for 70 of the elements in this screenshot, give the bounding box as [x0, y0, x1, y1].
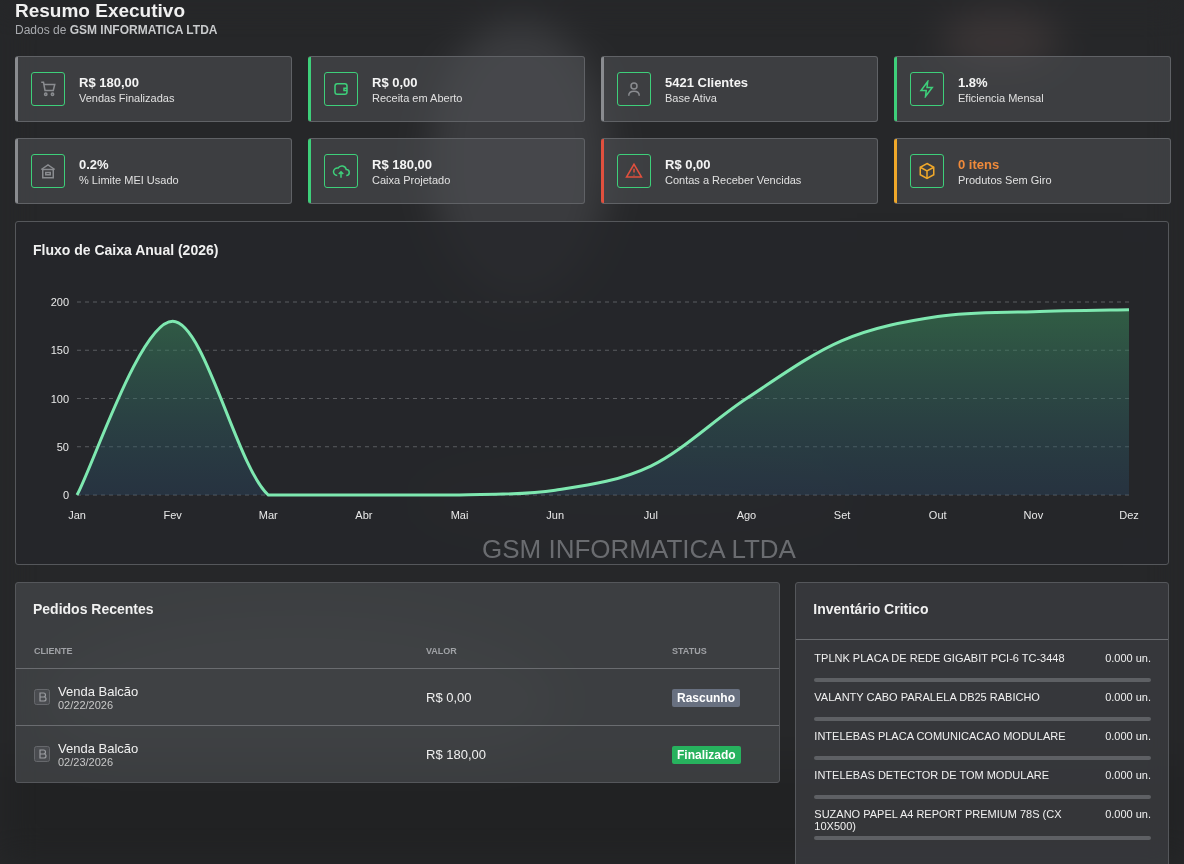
column-header: CLIENTE	[33, 645, 74, 656]
x-tick-label: Fev	[163, 509, 182, 521]
x-tick-label: Jun	[546, 509, 565, 521]
building-icon	[39, 162, 57, 180]
x-tick-label: Ago	[736, 509, 757, 521]
kpi-value: R$ 180,00	[79, 74, 140, 90]
column-header: STATUS	[672, 645, 708, 656]
kpi-label: Base Ativa	[665, 91, 718, 104]
kpi-label: Eficiencia Mensal	[958, 91, 1044, 104]
box-icon	[918, 162, 936, 180]
stock-quantity: 0.000 un.	[1105, 691, 1151, 703]
order-date: 02/23/2026	[58, 755, 115, 768]
stock-quantity: 0.000 un.	[1105, 769, 1151, 781]
order-value: R$ 0,00	[426, 690, 472, 705]
kpi-label: Contas a Receber Vencidas	[665, 173, 802, 186]
order-row[interactable]: Venda Balcão 02/22/2026 R$ 0,00 Rascunho	[16, 669, 780, 726]
panel-title: Inventário Critico	[796, 583, 1168, 640]
client-name: Venda Balcão	[58, 683, 139, 699]
page-title: Resumo Executivo	[15, 0, 186, 22]
kpi-label: Produtos Sem Giro	[958, 173, 1052, 186]
x-tick-label: Jul	[643, 509, 658, 521]
product-name: INTELEBAS DETECTOR DE TOM MODULARE	[814, 769, 1050, 781]
kpi-value: R$ 0,00	[665, 156, 712, 172]
panel-title: Pedidos Recentes	[32, 600, 155, 619]
chart-watermark: GSM INFORMATICA LTDA	[482, 534, 796, 564]
cloud-upload-icon	[332, 162, 350, 180]
order-row[interactable]: Venda Balcão 02/23/2026 R$ 180,00 Finalizado	[16, 726, 780, 782]
kpi-label: Vendas Finalizadas	[79, 91, 175, 104]
y-tick-label: 100	[50, 392, 69, 405]
x-tick-label: Set	[833, 509, 851, 521]
kpi-label: % Limite MEI Usado	[79, 173, 179, 186]
kpi-value: R$ 180,00	[372, 156, 433, 172]
page-subtitle: Dados de GSM INFORMATICA LTDA	[15, 23, 219, 37]
x-tick-label: Dez	[1119, 509, 1139, 521]
warning-icon	[625, 162, 643, 180]
column-header: VALOR	[426, 645, 458, 656]
y-tick-label: 0	[62, 489, 69, 501]
y-tick-label: 50	[56, 440, 69, 453]
status-badge: Finalizado	[672, 746, 741, 764]
chart-title: Fluxo de Caixa Anual (2026)	[32, 241, 220, 260]
product-name: SUZANO PAPEL A4 REPORT PREMIUM 78S (CX 10X500)	[814, 808, 1063, 832]
product-name: VALANTY CABO PARALELA DB25 RABICHO	[814, 691, 1040, 703]
wallet-icon	[332, 80, 350, 98]
stock-quantity: 0.000 un.	[1105, 808, 1151, 820]
product-name: TPLNK PLACA DE REDE GIGABIT PCI-6 TC-3448	[814, 652, 1065, 664]
x-tick-label: Out	[928, 509, 947, 521]
product-name: INTELEBAS PLACA COMUNICACAO MODULARE	[814, 730, 1066, 742]
order-value: R$ 180,00	[426, 747, 486, 762]
stock-quantity: 0.000 un.	[1105, 730, 1151, 742]
kpi-value: 0.2%	[79, 156, 110, 172]
kpi-label: Caixa Projetado	[372, 173, 451, 186]
client-name: Venda Balcão	[58, 740, 139, 756]
status-badge: Rascunho	[672, 689, 740, 707]
x-tick-label: Nov	[1023, 509, 1044, 521]
x-tick-label: Mai	[450, 509, 469, 521]
kpi-value: R$ 0,00	[372, 74, 419, 90]
order-date: 02/22/2026	[58, 698, 115, 711]
stock-quantity: 0.000 un.	[1105, 652, 1151, 664]
kpi-value: 1.8%	[958, 74, 989, 90]
x-tick-label: Jan	[68, 509, 86, 521]
y-tick-label: 200	[50, 296, 69, 308]
kpi-value: 0 itens	[958, 156, 1001, 172]
x-tick-label: Mar	[258, 509, 278, 521]
lightning-icon	[918, 80, 936, 98]
kpi-label: Receita em Aberto	[372, 91, 463, 104]
kpi-value: 5421 Clientes	[665, 74, 749, 90]
x-tick-label: Abr	[355, 509, 373, 521]
user-icon	[625, 80, 643, 98]
cart-icon	[39, 80, 57, 98]
y-tick-label: 150	[50, 344, 69, 357]
